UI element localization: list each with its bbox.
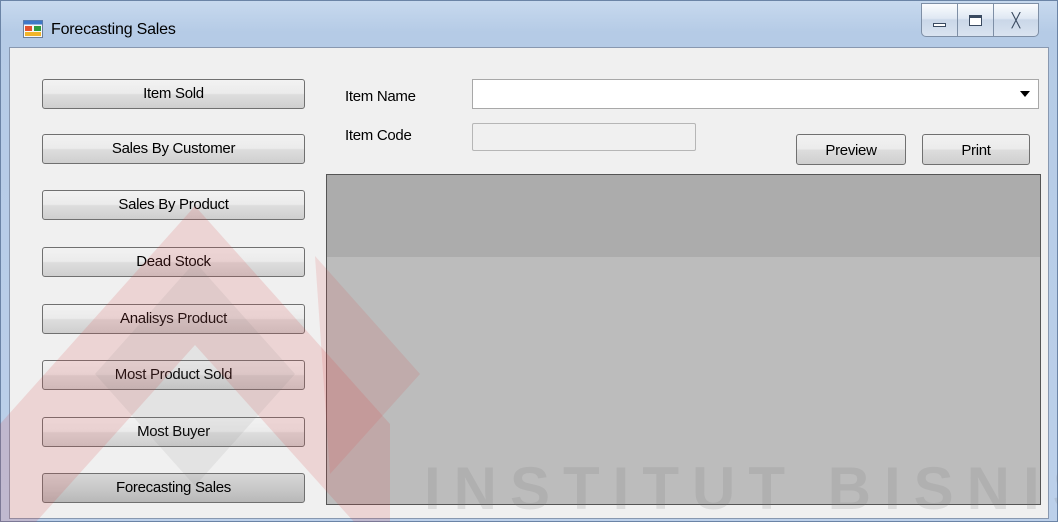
sales-by-customer-button[interactable]: Sales By Customer	[42, 134, 305, 164]
app-form-icon	[23, 20, 43, 38]
dead-stock-button[interactable]: Dead Stock	[42, 247, 305, 277]
report-preview-panel[interactable]	[326, 174, 1041, 505]
most-buyer-button[interactable]: Most Buyer	[42, 417, 305, 447]
maximize-button[interactable]	[957, 3, 993, 37]
preview-body	[327, 257, 1040, 504]
close-icon: ╳	[1011, 12, 1021, 28]
forecasting-sales-button[interactable]: Forecasting Sales	[42, 473, 305, 503]
preview-header-band	[327, 175, 1040, 257]
preview-button[interactable]: Preview	[796, 134, 906, 165]
item-name-combobox[interactable]	[472, 79, 1039, 109]
maximize-icon	[969, 15, 982, 26]
form-client-area: Item Sold Sales By Customer Sales By Pro…	[9, 47, 1049, 519]
item-code-field[interactable]	[472, 123, 696, 151]
item-code-label: Item Code	[345, 127, 412, 144]
analisys-product-button[interactable]: Analisys Product	[42, 304, 305, 334]
close-button[interactable]: ╳	[993, 3, 1039, 37]
app-window: Forecasting Sales ╳ Item Sold Sales By C…	[0, 0, 1058, 522]
minimize-icon	[933, 23, 946, 27]
item-name-label: Item Name	[345, 88, 416, 105]
print-button[interactable]: Print	[922, 134, 1030, 165]
dropdown-arrow-icon[interactable]	[1020, 91, 1030, 97]
caption-buttons: ╳	[921, 3, 1039, 37]
item-sold-button[interactable]: Item Sold	[42, 79, 305, 109]
minimize-button[interactable]	[921, 3, 957, 37]
sales-by-product-button[interactable]: Sales By Product	[42, 190, 305, 220]
title-bar[interactable]: Forecasting Sales ╳	[1, 1, 1057, 47]
window-title: Forecasting Sales	[51, 21, 176, 38]
most-product-sold-button[interactable]: Most Product Sold	[42, 360, 305, 390]
